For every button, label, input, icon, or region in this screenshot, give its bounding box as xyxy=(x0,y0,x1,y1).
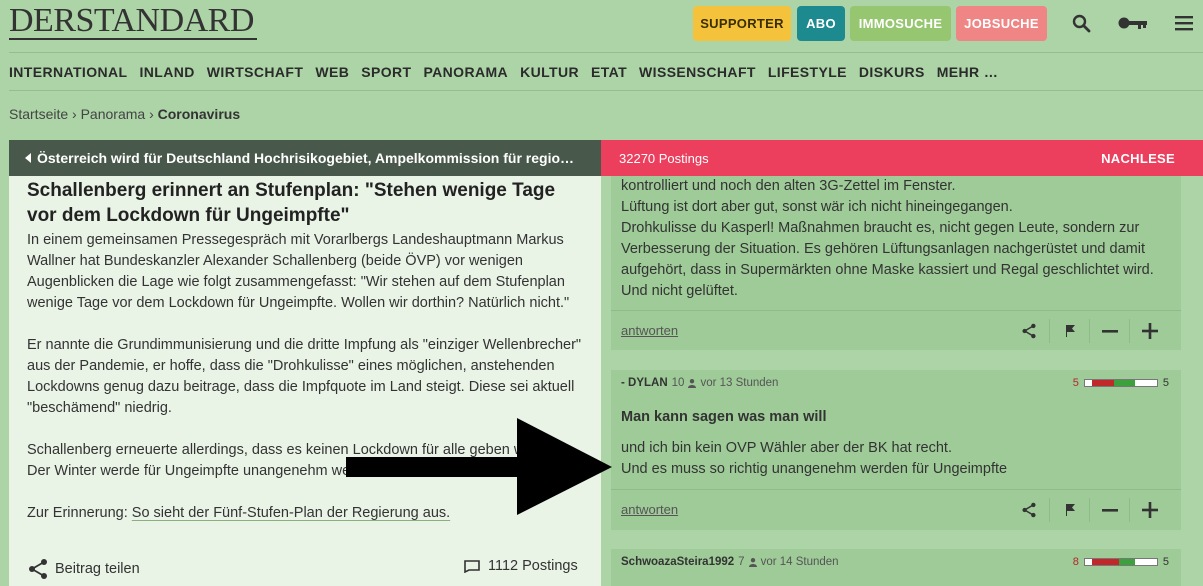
positive-votes: 5 xyxy=(1162,377,1169,389)
follower-count: 7 xyxy=(738,556,745,568)
annotation-arrow xyxy=(346,418,612,515)
nachlese-button[interactable]: NACHLESE xyxy=(1101,151,1175,166)
post-footer: antworten xyxy=(611,310,1181,350)
nav-divider xyxy=(9,90,1203,91)
forum-header: 32270 Postings NACHLESE xyxy=(601,140,1203,176)
vote-bar-positive xyxy=(1113,380,1136,386)
forum-post: kontrolliert und noch den alten 3G-Zette… xyxy=(611,176,1181,350)
nav-item-lifestyle[interactable]: LIFESTYLE xyxy=(768,64,847,80)
post-author[interactable]: SchwoazaSteira1992 xyxy=(621,556,734,568)
flag-icon[interactable] xyxy=(1049,498,1089,522)
breadcrumb-home[interactable]: Startseite xyxy=(9,106,68,122)
entry-postings-count: 1112 Postings xyxy=(488,558,578,574)
nav-item-panorama[interactable]: PANORAMA xyxy=(423,64,508,80)
post-time: vor 14 Stunden xyxy=(760,556,839,568)
vote-bar-negative xyxy=(1092,380,1114,386)
vote-rating: 5 5 xyxy=(1073,377,1169,389)
search-icon[interactable] xyxy=(1072,14,1091,38)
menu-icon[interactable] xyxy=(1175,15,1193,36)
downvote-icon[interactable] xyxy=(1089,498,1129,522)
breadcrumb-separator: › xyxy=(72,106,77,122)
post-line: Drohkulisse du Kasperl! Maßnahmen brauch… xyxy=(621,220,1140,236)
post-line: Lüftung ist dort aber gut, sonst wär ich… xyxy=(621,199,1013,215)
nav-item-sport[interactable]: SPORT xyxy=(361,64,411,80)
post-line: kontrolliert und noch den alten 3G-Zette… xyxy=(621,178,956,194)
vote-bar xyxy=(1083,558,1158,566)
forum-post: - DYLAN 10 vor 13 Stunden 5 5 Man kann s… xyxy=(611,370,1181,530)
post-body: und ich bin kein OVP Wähler aber der BK … xyxy=(621,438,1007,480)
downvote-icon[interactable] xyxy=(1089,319,1129,343)
post-footer: antworten xyxy=(611,489,1181,529)
breadcrumb-separator: › xyxy=(149,106,154,122)
breadcrumb: Startseite › Panorama › Coronavirus xyxy=(9,106,240,122)
person-icon xyxy=(688,378,697,388)
chevron-left-icon xyxy=(25,153,31,163)
vote-bar-positive xyxy=(1118,559,1136,565)
nav-item-wirtschaft[interactable]: WIRTSCHAFT xyxy=(207,64,304,80)
post-author[interactable]: - DYLAN xyxy=(621,377,668,389)
nav-item-mehr[interactable]: MEHR … xyxy=(937,64,999,80)
entry-paragraph: Er nannte die Grundimmunisierung und die… xyxy=(27,337,582,416)
previous-entry-title: Österreich wird für Deutschland Hochrisi… xyxy=(37,150,575,166)
breadcrumb-current[interactable]: Coronavirus xyxy=(158,106,240,122)
share-icon xyxy=(29,559,47,579)
jobsuche-button[interactable]: JOBSUCHE xyxy=(956,6,1047,41)
post-line: Und es muss so richtig unangenehm werden… xyxy=(621,461,1008,477)
previous-entry-link[interactable]: Österreich wird für Deutschland Hochrisi… xyxy=(9,140,601,176)
post-line: und ich bin kein OVP Wähler aber der BK … xyxy=(621,440,952,456)
post-actions xyxy=(1009,498,1169,522)
negative-votes: 5 xyxy=(1072,377,1079,389)
vote-bar xyxy=(1083,379,1158,387)
post-meta: - DYLAN 10 vor 13 Stunden xyxy=(621,377,778,389)
vote-bar-negative xyxy=(1092,559,1119,565)
reply-link[interactable]: antworten xyxy=(621,502,678,517)
nav-item-international[interactable]: INTERNATIONAL xyxy=(9,64,128,80)
header-divider xyxy=(9,52,1203,53)
nav-item-web[interactable]: WEB xyxy=(315,64,349,80)
post-time: vor 13 Stunden xyxy=(700,377,779,389)
entry-paragraph: In einem gemeinsamen Pressegespräch mit … xyxy=(27,232,570,311)
logo-underline xyxy=(9,38,257,40)
person-icon xyxy=(748,557,757,567)
share-entry-button[interactable]: Beitrag teilen xyxy=(27,558,140,580)
nav-item-diskurs[interactable]: DISKURS xyxy=(859,64,925,80)
post-line: Und nicht gelüftet. xyxy=(621,283,738,299)
upvote-icon[interactable] xyxy=(1129,319,1169,343)
key-icon[interactable] xyxy=(1118,16,1148,35)
supporter-button[interactable]: SUPPORTER xyxy=(693,6,791,41)
flag-icon[interactable] xyxy=(1049,319,1089,343)
post-meta: SchwoazaSteira1992 7 vor 14 Stunden xyxy=(621,556,839,568)
post-line: aufgehört, dass in Supermärkten ohne Mas… xyxy=(621,262,1154,278)
entry-postings-link[interactable]: 1112 Postings xyxy=(464,558,578,574)
vote-rating: 8 5 xyxy=(1073,556,1169,568)
entry-text: Zur Erinnerung: xyxy=(27,505,132,521)
nav-item-inland[interactable]: INLAND xyxy=(140,64,195,80)
logo[interactable]: DERSTANDARD xyxy=(9,4,254,38)
post-actions xyxy=(1009,319,1169,343)
breadcrumb-section[interactable]: Panorama xyxy=(81,106,146,122)
post-title: Man kann sagen was man will xyxy=(621,409,827,425)
reply-link[interactable]: antworten xyxy=(621,323,678,338)
share-icon[interactable] xyxy=(1009,319,1049,343)
forum-post: SchwoazaSteira1992 7 vor 14 Stunden 8 5 xyxy=(611,549,1181,586)
upvote-icon[interactable] xyxy=(1129,498,1169,522)
entry-title: Schallenberg erinnert an Stufenplan: "St… xyxy=(27,180,556,226)
post-body: kontrolliert und noch den alten 3G-Zette… xyxy=(621,176,1154,302)
abo-button[interactable]: ABO xyxy=(797,6,845,41)
negative-votes: 8 xyxy=(1072,556,1079,568)
follower-count: 10 xyxy=(671,377,685,389)
share-label: Beitrag teilen xyxy=(55,561,140,577)
nav-item-etat[interactable]: ETAT xyxy=(591,64,627,80)
positive-votes: 5 xyxy=(1162,556,1169,568)
forum-postings-count: 32270 Postings xyxy=(619,150,709,166)
live-entry: Schallenberg erinnert an Stufenplan: "St… xyxy=(9,176,601,586)
nav-item-kultur[interactable]: KULTUR xyxy=(520,64,579,80)
main-nav: INTERNATIONAL INLAND WIRTSCHAFT WEB SPOR… xyxy=(9,64,998,80)
nav-item-wissenschaft[interactable]: WISSENSCHAFT xyxy=(639,64,756,80)
immosuche-button[interactable]: IMMOSUCHE xyxy=(850,6,951,41)
comment-icon xyxy=(464,559,480,573)
post-line: Verbesserung der Situation. Es gehören L… xyxy=(621,241,1145,257)
share-icon[interactable] xyxy=(1009,498,1049,522)
